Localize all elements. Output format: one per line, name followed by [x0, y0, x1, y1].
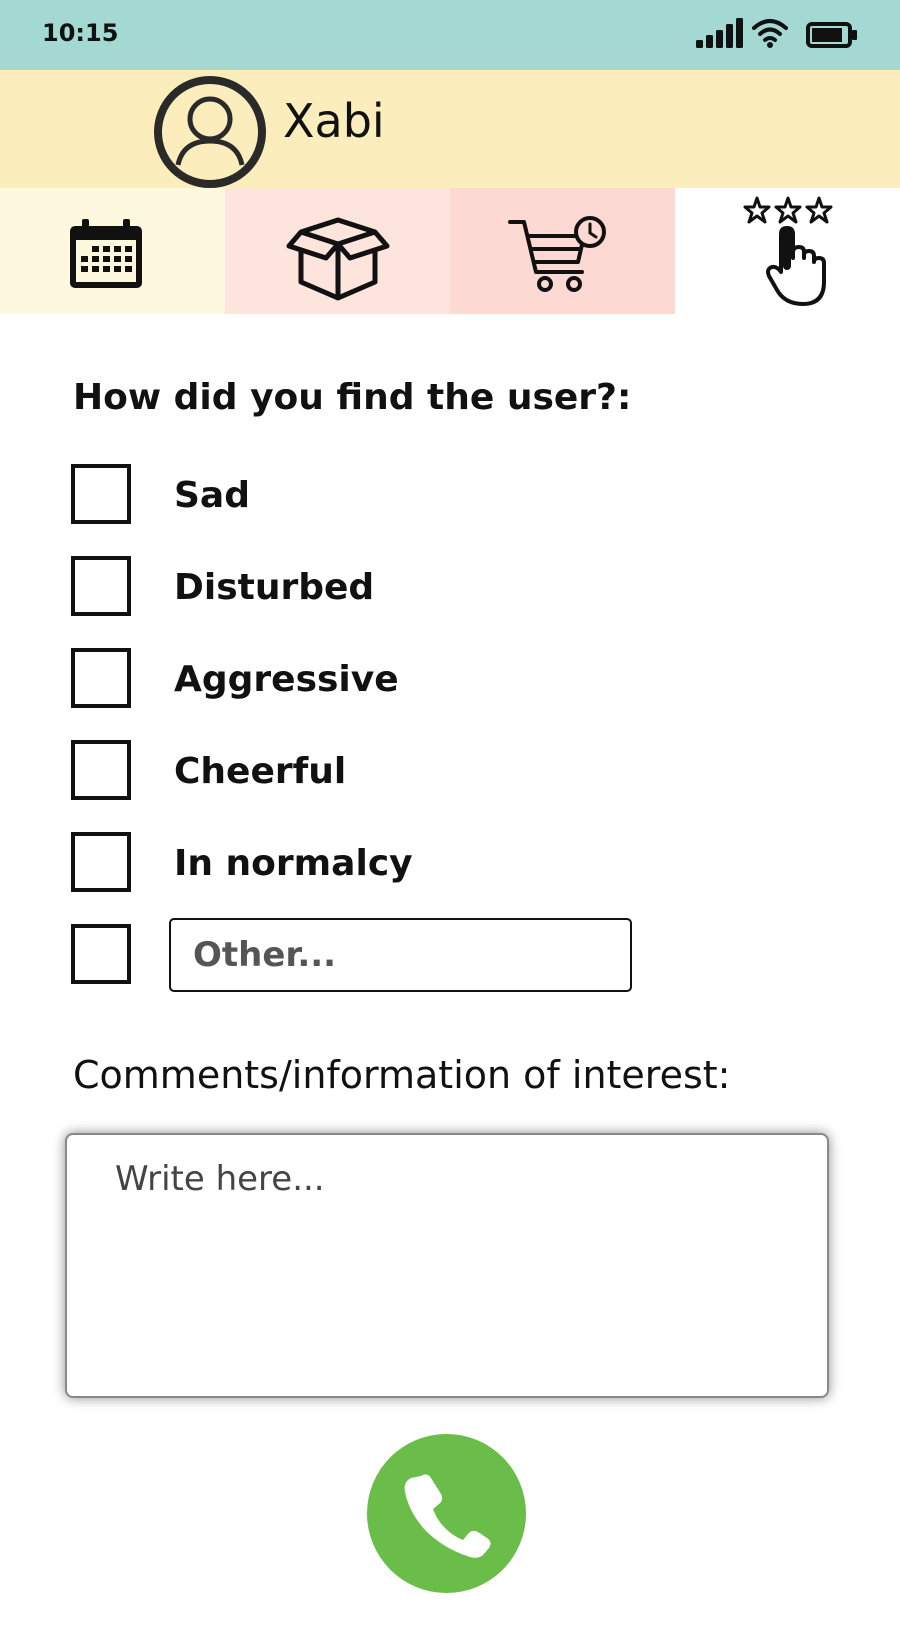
signal-icon: [696, 18, 743, 48]
status-bar: 10:15: [0, 0, 900, 70]
wifi-icon: [752, 19, 788, 48]
option-label: Disturbed: [174, 567, 375, 608]
checkbox-aggressive[interactable]: [71, 648, 131, 708]
option-other[interactable]: [70, 924, 160, 990]
option-in-normalcy[interactable]: In normalcy: [70, 832, 770, 898]
status-time: 10:15: [42, 19, 119, 47]
username: Xabi: [283, 94, 385, 148]
call-button[interactable]: [367, 1434, 526, 1593]
option-disturbed[interactable]: Disturbed: [70, 556, 770, 622]
tab-bar: [0, 188, 900, 314]
tab-box[interactable]: [225, 188, 450, 314]
tab-cart[interactable]: [450, 188, 675, 314]
user-circle-icon[interactable]: [153, 75, 267, 189]
checkbox-in-normalcy[interactable]: [71, 832, 131, 892]
option-label: In normalcy: [174, 843, 413, 884]
comments-textarea[interactable]: [65, 1133, 829, 1398]
option-cheerful[interactable]: Cheerful: [70, 740, 770, 806]
calendar-icon: [70, 219, 142, 288]
option-sad[interactable]: Sad: [70, 464, 770, 530]
checkbox-sad[interactable]: [71, 464, 131, 524]
tab-rating[interactable]: [675, 188, 900, 314]
comments-label: Comments/information of interest:: [73, 1053, 731, 1097]
other-input[interactable]: [169, 918, 632, 992]
checkbox-cheerful[interactable]: [71, 740, 131, 800]
checkbox-disturbed[interactable]: [71, 556, 131, 616]
option-aggressive[interactable]: Aggressive: [70, 648, 770, 714]
mood-question: How did you find the user?:: [73, 377, 632, 418]
phone-icon: [404, 1474, 491, 1558]
profile-header: Xabi: [0, 70, 900, 188]
rating-stars-hand-icon: [743, 196, 833, 306]
option-label: Sad: [174, 475, 250, 516]
battery-icon: [806, 22, 857, 48]
tab-calendar[interactable]: [0, 188, 225, 314]
cart-clock-icon: [508, 216, 606, 292]
box-icon: [286, 217, 390, 301]
option-label: Cheerful: [174, 751, 347, 792]
option-label: Aggressive: [174, 659, 399, 700]
checkbox-other[interactable]: [71, 924, 131, 984]
